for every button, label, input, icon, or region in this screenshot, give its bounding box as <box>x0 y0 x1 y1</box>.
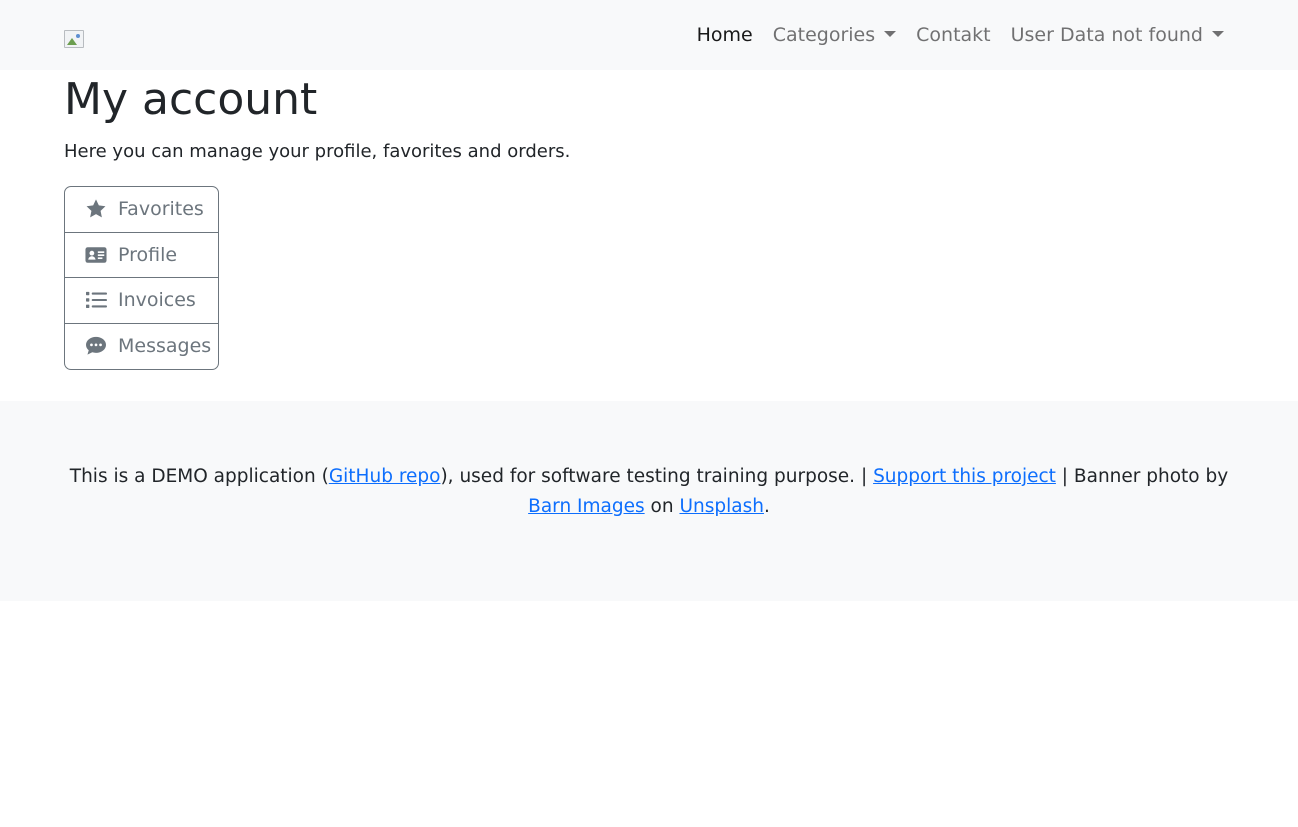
footer-text-part: . <box>763 496 770 517</box>
footer-text-part: | Banner photo by <box>1055 466 1229 487</box>
chat-bubble-icon <box>85 335 107 357</box>
menu-item-messages[interactable]: Messages <box>65 324 218 370</box>
menu-item-label: Invoices <box>118 289 196 312</box>
navbar: Home Categories Contakt User Data not fo… <box>0 0 1298 70</box>
footer-text-part: on <box>644 496 680 517</box>
nav-dropdown-categories[interactable]: Categories <box>772 24 897 46</box>
footer: This is a DEMO application (GitHub repo)… <box>0 401 1298 601</box>
nav-link-categories-label: Categories <box>772 24 876 46</box>
page-intro: Here you can manage your profile, favori… <box>64 141 571 162</box>
nav-link-contakt[interactable]: Contakt <box>916 24 990 46</box>
menu-item-invoices[interactable]: Invoices <box>65 278 218 324</box>
id-card-icon <box>85 244 107 266</box>
page-title: My account <box>64 74 318 125</box>
github-repo-link[interactable]: GitHub repo <box>329 466 441 487</box>
account-menu: Favorites Profile Invoices Messages <box>64 186 219 370</box>
star-icon <box>85 198 107 220</box>
footer-text-part: This is a DEMO application ( <box>69 466 329 487</box>
nav-links: Home Categories Contakt User Data not fo… <box>697 0 1224 70</box>
caret-down-icon <box>884 31 897 37</box>
broken-image-icon[interactable] <box>64 30 84 48</box>
support-project-link[interactable]: Support this project <box>873 466 1056 487</box>
footer-text: This is a DEMO application (GitHub repo)… <box>64 462 1234 522</box>
menu-item-label: Favorites <box>118 198 204 221</box>
nav-link-home[interactable]: Home <box>697 24 753 46</box>
list-icon <box>85 289 107 311</box>
menu-item-label: Messages <box>118 335 212 358</box>
menu-item-favorites[interactable]: Favorites <box>65 187 218 233</box>
footer-text-part: ), used for software testing training pu… <box>440 466 874 487</box>
menu-item-label: Profile <box>118 243 178 266</box>
barn-images-link[interactable]: Barn Images <box>528 496 645 517</box>
nav-dropdown-user[interactable]: User Data not found <box>1011 24 1224 46</box>
unsplash-link[interactable]: Unsplash <box>679 496 764 517</box>
menu-item-profile[interactable]: Profile <box>65 233 218 278</box>
nav-link-user-label: User Data not found <box>1010 24 1203 46</box>
caret-down-icon <box>1212 31 1224 37</box>
